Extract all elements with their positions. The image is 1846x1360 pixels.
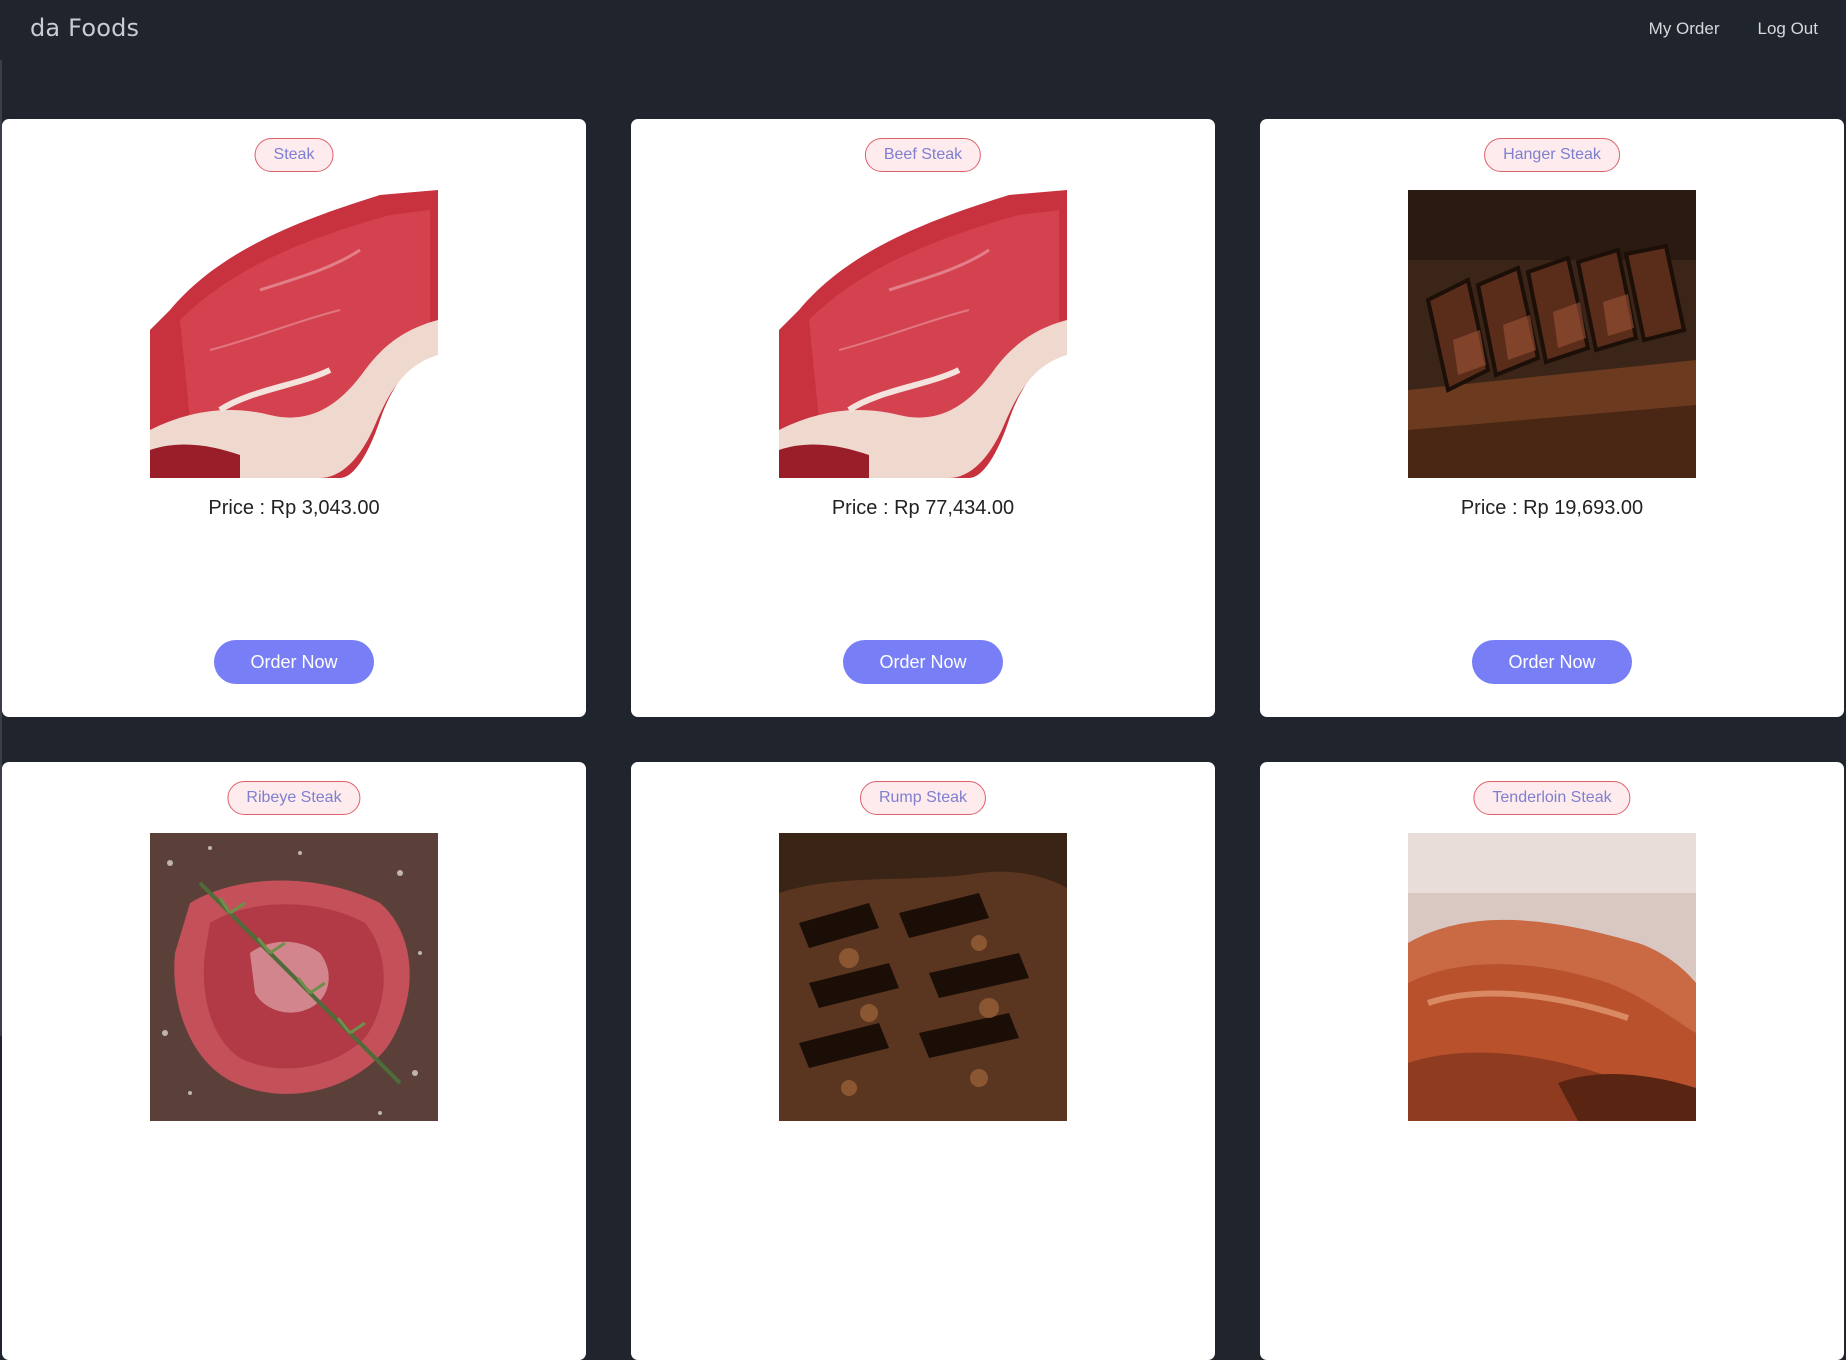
product-image-raw-ribeye-rosemary — [150, 833, 438, 1121]
product-image-charred-grilled-steak — [779, 833, 1067, 1121]
product-name-badge: Tenderloin Steak — [1473, 781, 1631, 815]
brand-logo[interactable]: da Foods — [30, 14, 139, 42]
product-card: Hanger Steak Price: Rp 19,693.00 Order … — [1260, 119, 1844, 717]
nav-links: My Order Log Out — [1649, 19, 1818, 39]
product-name-badge: Beef Steak — [864, 138, 982, 172]
top-navbar: da Foods My Order Log Out — [0, 0, 1846, 60]
product-card: Ribeye Steak — [2, 762, 586, 1360]
product-name-badge: Ribeye Steak — [227, 781, 361, 815]
product-image-raw-tbone-steak — [779, 190, 1067, 478]
product-card: Steak Price : Rp 3,043.00 Order Now — [2, 119, 586, 717]
product-name-badge: Steak — [254, 138, 334, 172]
nav-my-order-link[interactable]: My Order — [1649, 19, 1720, 39]
product-price: Price : Rp 77,434.00 — [831, 497, 1015, 519]
product-name-badge: Rump Steak — [859, 781, 987, 815]
product-image-roasted-tenderloin — [1408, 833, 1696, 1121]
product-grid: Steak Price : Rp 3,043.00 Order Now Beef… — [2, 119, 1844, 1360]
product-price: Price : Rp 3,043.00 — [208, 497, 380, 519]
product-card: Beef Steak Price : Rp 77,434.00 Order No… — [631, 119, 1215, 717]
order-now-button[interactable]: Order Now — [1472, 640, 1632, 684]
product-card: Tenderloin Steak — [1260, 762, 1844, 1360]
product-image-raw-tbone-steak — [150, 190, 438, 478]
product-image-sliced-grilled-steak — [1408, 190, 1696, 478]
product-price: Price : Rp 19,693.00 — [1460, 497, 1644, 519]
order-now-button[interactable]: Order Now — [214, 640, 374, 684]
order-now-button[interactable]: Order Now — [843, 640, 1003, 684]
product-name-badge: Hanger Steak — [1484, 138, 1620, 172]
product-card: Rump Steak — [631, 762, 1215, 1360]
nav-logout-link[interactable]: Log Out — [1758, 19, 1819, 39]
